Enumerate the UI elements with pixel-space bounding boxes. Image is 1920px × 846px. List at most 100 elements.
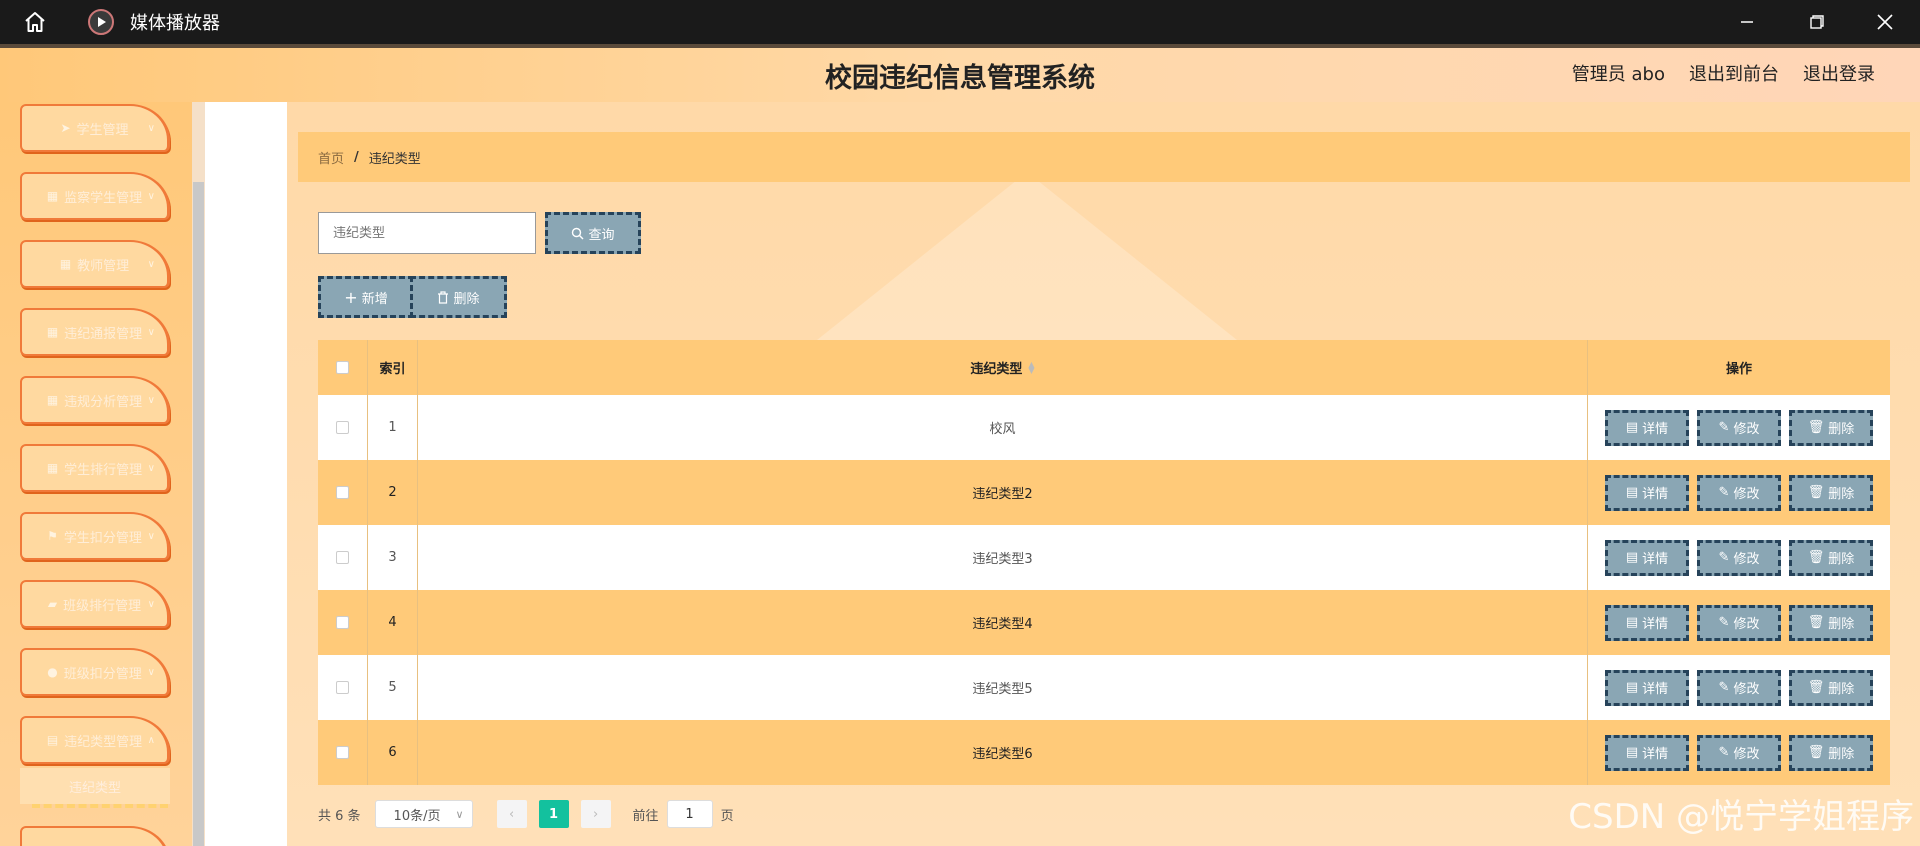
breadcrumb-home[interactable]: 首页 (318, 148, 344, 167)
detail-button[interactable]: ▤ 详情 (1605, 474, 1689, 511)
page-size-select[interactable]: 10条/页 ∨ (374, 800, 473, 828)
sidebar-item-more[interactable] (20, 826, 170, 846)
row-index: 3 (368, 525, 418, 590)
sidebar-item-label: 教师管理 (77, 258, 130, 274)
trash-icon: 🗑 (1807, 550, 1825, 565)
sidebar-item-teacher[interactable]: ▦ 教师管理 ∨ (20, 240, 170, 288)
sort-icon[interactable]: ▲ ▼ (1028, 360, 1034, 374)
pencil-icon: ✎ (1718, 615, 1730, 630)
sidebar-item-class-deduction[interactable]: ● 班级扣分管理 ∨ (20, 648, 170, 696)
query-button[interactable]: 查询 (545, 212, 641, 254)
trash-icon: 🗑 (1807, 680, 1825, 695)
goto-prefix: 前往 (632, 808, 659, 824)
logout-link[interactable]: 退出登录 (1803, 60, 1875, 86)
trash-icon: 🗑 (1807, 615, 1825, 630)
sidebar-item-label: 班级扣分管理 (63, 666, 142, 682)
home-button[interactable] (0, 0, 70, 44)
edit-button[interactable]: ✎ 修改 (1697, 474, 1781, 511)
delete-button[interactable]: 🗑 删除 (1789, 474, 1873, 511)
chevron-down-icon: ∨ (147, 530, 155, 542)
row-index: 6 (368, 720, 418, 785)
page-number-current[interactable]: 1 (538, 800, 569, 828)
table-row: 4 违纪类型4 ▤ 详情 ✎ 修改 🗑 删除 (318, 590, 1890, 655)
sidebar-item-label: 学生排行管理 (64, 462, 143, 478)
delete-button[interactable]: 🗑 删除 (1789, 669, 1873, 706)
pencil-icon: ✎ (1718, 420, 1730, 435)
delete-button[interactable]: 🗑 删除 (1789, 539, 1873, 576)
add-button[interactable]: + 新增 (318, 276, 414, 318)
close-icon (1877, 14, 1893, 30)
row-checkbox-cell (318, 395, 368, 460)
delete-button[interactable]: 🗑 删除 (1789, 734, 1873, 771)
sidebar-item-student[interactable]: ➤ 学生管理 ∨ (20, 104, 170, 152)
trash-icon: 🗑 (1807, 420, 1825, 435)
sidebar-item-student-deduction[interactable]: ⚑ 学生扣分管理 ∨ (20, 512, 170, 560)
delete-button[interactable]: 🗑 删除 (1789, 409, 1873, 446)
row-checkbox[interactable] (336, 616, 349, 629)
batch-delete-label: 删除 (453, 291, 480, 307)
restore-button[interactable] (1782, 0, 1852, 44)
detail-button[interactable]: ▤ 详情 (1605, 669, 1689, 706)
sidebar-item-label: 监察学生管理 (64, 190, 143, 206)
batch-delete-button[interactable]: 删除 (410, 276, 507, 318)
sidebar-item-label: 违纪通报管理 (64, 326, 143, 342)
sidebar-item-class-ranking[interactable]: ▰ 班级排行管理 ∨ (20, 580, 170, 628)
detail-button[interactable]: ▤ 详情 (1605, 604, 1689, 641)
row-ops: ▤ 详情 ✎ 修改 🗑 删除 (1588, 655, 1890, 720)
violation-type-search-input[interactable] (318, 212, 536, 254)
sidebar-item-violation-type[interactable]: ▤ 违纪类型管理 ∧ (20, 716, 170, 764)
detail-button[interactable]: ▤ 详情 (1605, 539, 1689, 576)
row-checkbox[interactable] (336, 681, 349, 694)
detail-label: 详情 (1642, 487, 1669, 502)
chevron-down-icon: ∨ (147, 598, 155, 610)
close-button[interactable] (1850, 0, 1920, 44)
sidebar-subitem-violation-type[interactable]: 违纪类型 (20, 768, 170, 804)
home-icon (25, 12, 45, 32)
edit-button[interactable]: ✎ 修改 (1697, 409, 1781, 446)
chevron-down-icon: ∨ (147, 190, 155, 202)
edit-label: 修改 (1733, 422, 1760, 437)
pencil-icon: ✎ (1718, 550, 1730, 565)
prev-page-button[interactable]: ‹ (496, 800, 527, 828)
edit-button[interactable]: ✎ 修改 (1697, 734, 1781, 771)
edit-button[interactable]: ✎ 修改 (1697, 539, 1781, 576)
delete-label: 删除 (1828, 617, 1855, 632)
sidebar-scrollbar-thumb[interactable] (193, 182, 204, 846)
header-type[interactable]: 违纪类型 ▲ ▼ (418, 340, 1588, 395)
grid-icon: ▦ (46, 461, 59, 475)
header-type-label: 违纪类型 (970, 362, 1023, 377)
next-page-button[interactable]: › (580, 800, 611, 828)
detail-button[interactable]: ▤ 详情 (1605, 734, 1689, 771)
admin-user-link[interactable]: 管理员 abo (1572, 60, 1665, 86)
row-checkbox[interactable] (336, 551, 349, 564)
sidebar-item-student-ranking[interactable]: ▦ 学生排行管理 ∨ (20, 444, 170, 492)
detail-button[interactable]: ▤ 详情 (1605, 409, 1689, 446)
row-ops: ▤ 详情 ✎ 修改 🗑 删除 (1588, 395, 1890, 460)
delete-label: 删除 (1828, 487, 1855, 502)
select-all-checkbox[interactable] (336, 361, 349, 374)
sidebar: ➤ 学生管理 ∨ ▦ 监察学生管理 ∨ ▦ 教师管理 ∨ ▦ 违纪通报管理 ∨ … (0, 102, 205, 846)
detail-label: 详情 (1642, 747, 1669, 762)
row-index: 1 (368, 395, 418, 460)
sidebar-item-monitor-student[interactable]: ▦ 监察学生管理 ∨ (20, 172, 170, 220)
row-checkbox[interactable] (336, 421, 349, 434)
delete-button[interactable]: 🗑 删除 (1789, 604, 1873, 641)
restore-icon (1810, 15, 1824, 29)
row-checkbox[interactable] (336, 486, 349, 499)
detail-label: 详情 (1642, 682, 1669, 697)
flag-icon: ⚑ (47, 529, 58, 543)
goto-page-input[interactable]: 1 (666, 800, 713, 828)
minimize-button[interactable] (1712, 0, 1782, 44)
sidebar-scrollbar[interactable] (192, 102, 205, 846)
row-checkbox[interactable] (336, 746, 349, 759)
search-icon (572, 227, 584, 239)
edit-button[interactable]: ✎ 修改 (1697, 604, 1781, 641)
edit-button[interactable]: ✎ 修改 (1697, 669, 1781, 706)
row-type: 校风 (418, 395, 1588, 460)
sidebar-item-violation-notice[interactable]: ▦ 违纪通报管理 ∨ (20, 308, 170, 356)
table-row: 2 违纪类型2 ▤ 详情 ✎ 修改 🗑 删除 (318, 460, 1890, 525)
goto-suffix: 页 (720, 808, 734, 824)
sidebar-item-violation-analysis[interactable]: ▦ 违规分析管理 ∨ (20, 376, 170, 424)
exit-to-front-link[interactable]: 退出到前台 (1689, 60, 1779, 86)
window-titlebar: 媒体播放器 (0, 0, 1920, 48)
